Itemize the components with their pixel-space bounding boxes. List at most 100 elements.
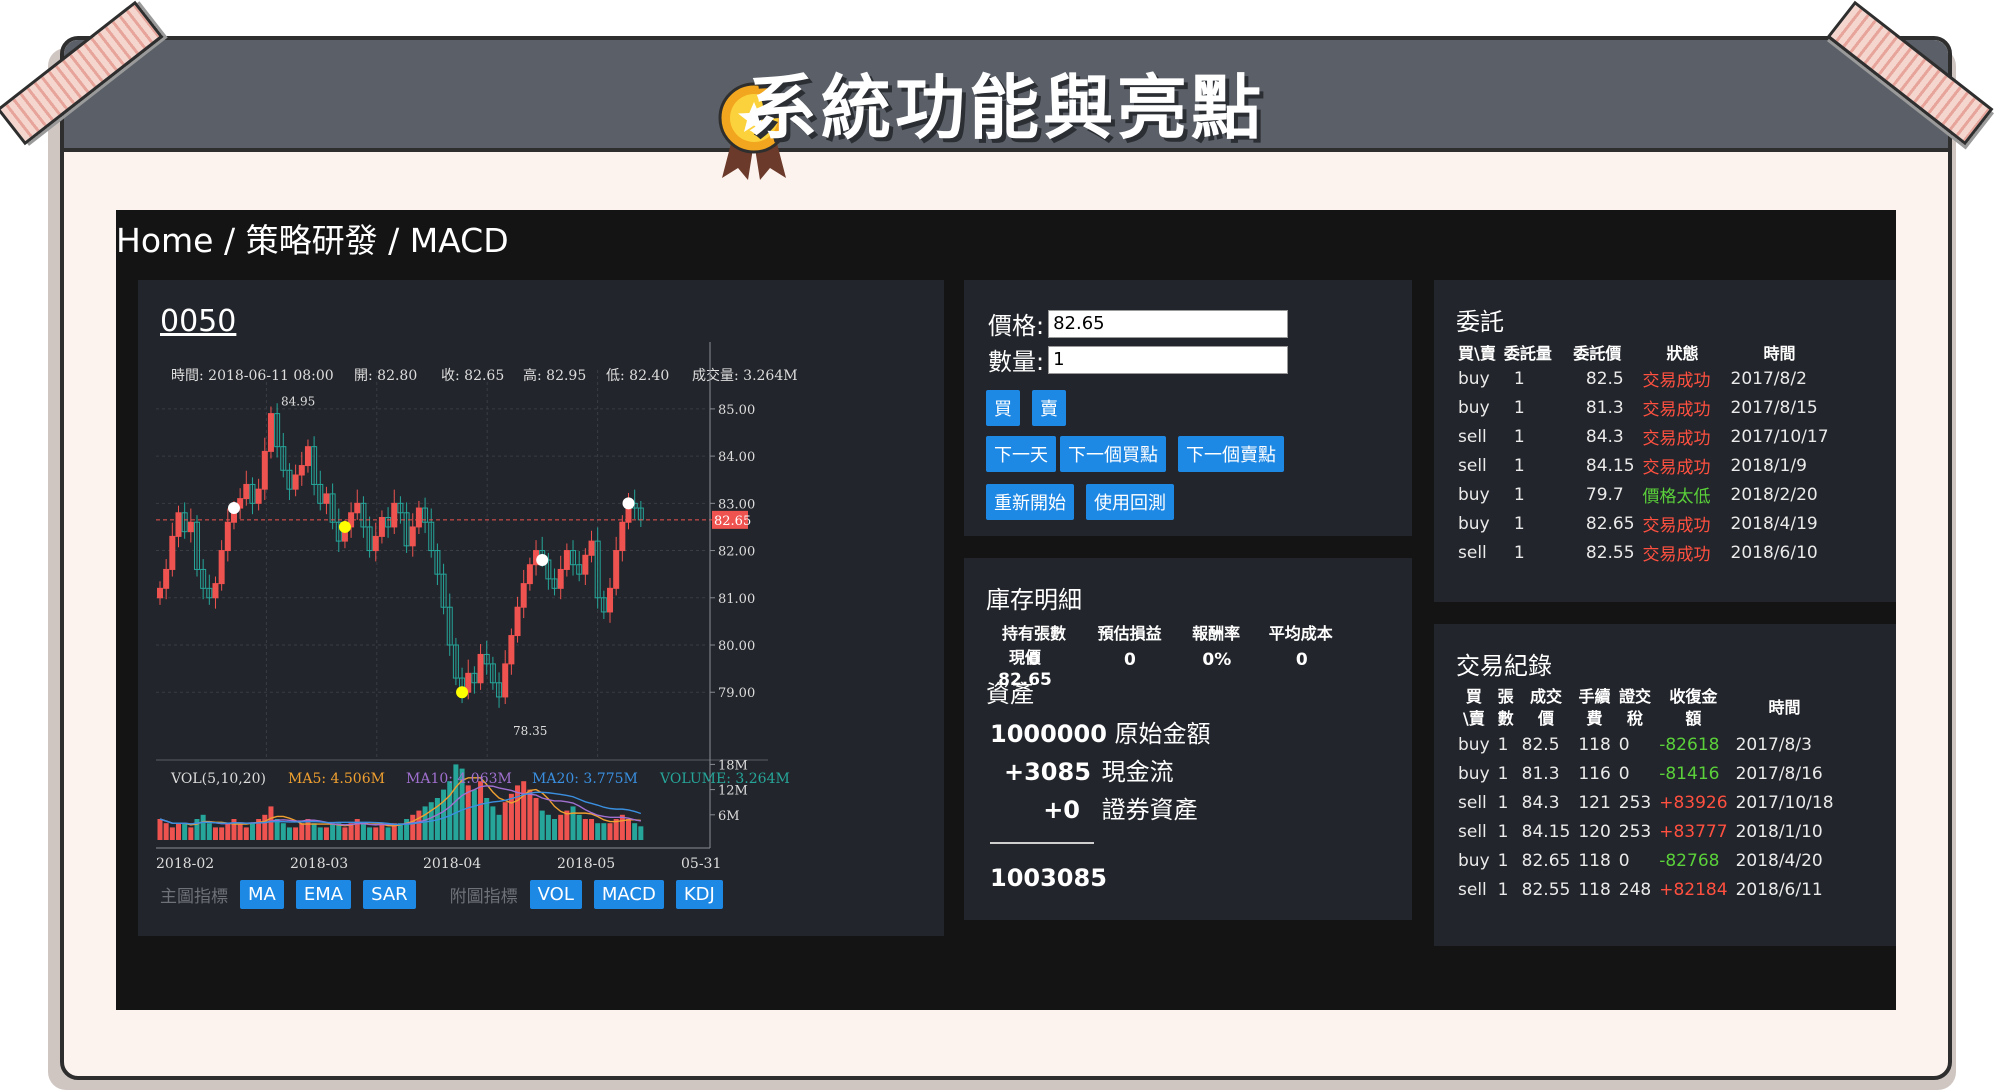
candle-body [255,488,262,504]
history-price: 82.5 [1521,734,1560,755]
order-row: buy 1 82.65 交易成功 2018/4/19 [1454,509,1833,538]
history-header-cell: 時間 [1732,686,1838,730]
candle-body [372,535,379,552]
history-side: buy [1458,763,1490,784]
candle-body [557,568,564,589]
sell-button[interactable]: 賣 [1032,390,1066,426]
history-fee: 120 [1578,821,1611,842]
volume-bar [286,827,292,840]
volume-bar [169,827,175,840]
candle-body [354,502,361,514]
candle-body [514,606,521,637]
history-fee: 121 [1578,792,1611,813]
time-tick-label: 2018-05 [557,856,615,872]
volume-bar [632,823,638,840]
indicator-ma-button[interactable]: MA [240,880,284,909]
min-price-label: 78.35 [513,724,547,738]
volume-bar [182,823,188,840]
history-header-line: 證交 [1619,687,1652,706]
candle-body [391,502,398,528]
order-time: 2018/2/20 [1730,484,1818,505]
order-status: 交易成功 [1642,516,1711,536]
indicator-ema-button[interactable]: EMA [295,880,352,909]
candle-body [261,450,268,490]
candle-body [169,535,176,570]
indicator-sar-button[interactable]: SAR [363,880,416,909]
next-day-button[interactable]: 下一天 [986,436,1056,472]
breadcrumb-home[interactable]: Home [116,221,213,260]
price-tick-label: 82.00 [718,545,755,560]
volume-bar [311,823,317,840]
info-time: 時間: 2018-06-11 08:00 [171,368,334,384]
orders-header-cell: 買\賣 [1458,344,1496,363]
indicator-kdj-button[interactable]: KDJ [675,880,723,909]
total-divider [990,842,1094,844]
volume-bar [447,781,453,840]
candle-body [502,663,509,698]
order-status: 價格太低 [1642,487,1711,507]
candle-body [477,653,484,684]
candle-body [563,550,570,570]
volume-bar [521,781,527,840]
candle-body [187,521,194,533]
candlestick-chart[interactable]: 時間: 2018-06-11 08:00 開: 82.80 收: 82.65 高… [138,280,944,936]
history-time: 2018/6/11 [1735,879,1823,900]
history-time: 2018/1/10 [1735,821,1823,842]
volume-bar [539,810,545,840]
order-side: buy [1458,368,1490,389]
restart-button[interactable]: 重新開始 [986,484,1074,520]
history-price: 84.3 [1521,792,1560,813]
order-time: 2017/10/17 [1730,426,1829,447]
indicator-macd-button[interactable]: MACD [593,880,664,909]
history-header-cell: 張數 [1494,686,1518,730]
orders-header-cell: 時間 [1763,344,1796,363]
volume-bar [582,819,588,840]
buy-button[interactable]: 買 [986,390,1020,426]
price-input[interactable] [1048,309,1289,338]
backtest-button[interactable]: 使用回測 [1086,484,1174,520]
order-qty: 1 [1513,513,1525,534]
next-sell-point-button[interactable]: 下一個賣點 [1178,436,1284,472]
breadcrumb-section[interactable]: 策略研發 [246,221,378,260]
history-time: 2017/8/3 [1735,734,1812,755]
history-header-cell: 證交稅 [1615,686,1655,730]
history-tax: 0 [1618,734,1630,755]
order-side: sell [1458,542,1487,563]
breadcrumb: Home / 策略研發 / MACD [116,214,509,262]
candle-body [607,587,614,613]
history-side: buy [1458,734,1490,755]
breadcrumb-separator: / [388,221,400,260]
volume-bar [212,827,218,840]
signal-dot [536,554,549,566]
time-tick-label: 05-31 [681,856,721,872]
volume-bar [545,814,551,840]
time-tick-label: 2018-04 [423,856,481,872]
order-time: 2018/1/9 [1730,455,1807,476]
history-row: buy 1 82.5 118 0 -82618 2017/8/3 [1454,730,1838,759]
history-qty: 1 [1497,734,1509,755]
cashflow-value: +3085 [1004,758,1091,786]
quantity-input[interactable] [1048,345,1289,374]
history-header-line: 張 [1497,687,1514,706]
history-time: 2017/8/16 [1735,763,1823,784]
order-qty: 1 [1513,368,1525,389]
order-row: sell 1 84.3 交易成功 2017/10/17 [1454,422,1833,451]
trade-history-panel: 交易紀錄 買 \賣張數成交價手續費證交稅收復金額時間 buy 1 82.5 118 0 -8… [1434,624,1896,946]
main-indicator-label: 主圖指標 [160,887,228,907]
securities-row: +0 證券資產 [1004,790,1197,825]
volume-bar [243,827,249,840]
inventory-values: 0 0 0% 0 82.65 [994,650,1412,690]
volume-bar [206,823,212,840]
next-buy-point-button[interactable]: 下一個買點 [1060,436,1166,472]
history-side: sell [1458,792,1487,813]
inventory-value-cell: 0% [1202,650,1232,670]
info-high: 高: 82.95 [523,367,586,384]
indicator-vol-button[interactable]: VOL [529,880,582,909]
volume-bar [416,810,422,840]
trade-history-table: 買 \賣張數成交價手續費證交稅收復金額時間 buy 1 82.5 118 0 -82618 2… [1454,686,1838,904]
candle-body [613,550,620,589]
history-amount: -81416 [1659,763,1720,784]
vol-legend-ma5: MA5: 4.506M [288,771,385,787]
history-time: 2017/10/18 [1735,792,1834,813]
candle-body [224,521,231,552]
